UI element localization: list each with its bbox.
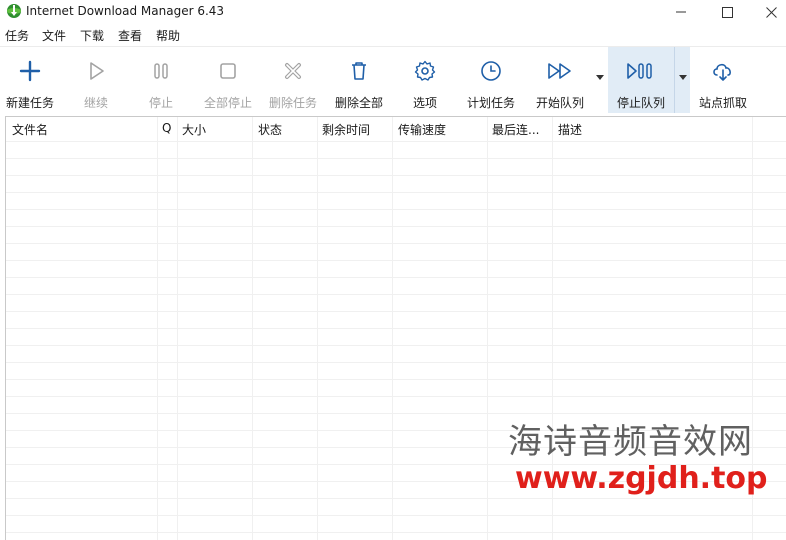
column-queue[interactable]: Q: [162, 121, 171, 135]
delete-task-button[interactable]: 删除任务: [265, 47, 321, 113]
gear-icon: [414, 60, 436, 81]
menu-downloads[interactable]: 下载: [80, 27, 104, 44]
new-task-label: 新建任务: [5, 96, 54, 110]
pause-icon: [154, 63, 168, 79]
chevron-down-icon: [596, 75, 604, 80]
close-button[interactable]: [748, 0, 786, 24]
column-status[interactable]: 状态: [258, 121, 282, 138]
resume-button[interactable]: 继续: [70, 47, 122, 113]
menu-file[interactable]: 文件: [42, 27, 66, 44]
column-filename[interactable]: 文件名: [12, 121, 48, 138]
options-button[interactable]: 选项: [400, 47, 450, 113]
start-queue-button[interactable]: 开始队列: [530, 47, 590, 113]
options-label: 选项: [412, 96, 437, 110]
title-bar: Internet Download Manager 6.43: [0, 0, 786, 24]
start-queue-label: 开始队列: [535, 96, 584, 110]
idm-logo-icon: [6, 3, 22, 19]
start-queue-dropdown[interactable]: [594, 75, 606, 85]
site-grabber-button[interactable]: 站点抓取: [694, 47, 752, 113]
menu-view[interactable]: 查看: [118, 27, 142, 44]
site-grabber-label: 站点抓取: [698, 96, 747, 110]
x-icon: [285, 63, 301, 79]
watermark-url: www.zgjdh.top: [515, 461, 768, 496]
cloud-download-icon: [713, 63, 731, 81]
stop-label: 停止: [148, 96, 173, 110]
stop-queue-button[interactable]: 停止队列: [608, 47, 690, 113]
maximize-button[interactable]: [704, 0, 750, 24]
column-time-left[interactable]: 剩余时间: [322, 121, 370, 138]
stop-all-button[interactable]: 全部停止: [199, 47, 257, 113]
column-last-try[interactable]: 最后连...: [492, 121, 539, 138]
menu-help[interactable]: 帮助: [156, 27, 180, 44]
stop-queue-dropdown[interactable]: [677, 75, 689, 85]
delete-task-label: 删除任务: [268, 96, 317, 110]
column-transfer-rate[interactable]: 传输速度: [398, 121, 446, 138]
stop-all-label: 全部停止: [203, 96, 252, 110]
toolbar: 新建任务 继续 停止 全部停止 删除任务 删除全部 选项 计划任务 开始队列 停…: [0, 46, 786, 115]
minimize-button[interactable]: [658, 0, 704, 24]
watermark-site-name: 海诗音频音效网: [508, 422, 753, 462]
chevron-down-icon: [679, 75, 687, 80]
trash-icon: [352, 62, 366, 80]
play-pause-icon: [627, 63, 652, 79]
clock-icon: [481, 61, 501, 81]
scheduler-label: 计划任务: [466, 96, 515, 110]
play-icon: [90, 62, 104, 80]
menu-tasks[interactable]: 任务: [5, 27, 29, 44]
scheduler-button[interactable]: 计划任务: [462, 47, 520, 113]
delete-all-button[interactable]: 删除全部: [331, 47, 387, 113]
column-description[interactable]: 描述: [558, 121, 582, 138]
fast-forward-icon: [548, 63, 571, 79]
plus-icon: [19, 60, 41, 82]
square-stop-icon: [220, 63, 236, 79]
menu-bar: 任务 文件 下载 查看 帮助: [0, 24, 786, 45]
column-size[interactable]: 大小: [182, 121, 206, 138]
new-task-button[interactable]: 新建任务: [2, 47, 58, 113]
stop-button[interactable]: 停止: [135, 47, 187, 113]
delete-all-label: 删除全部: [334, 96, 383, 110]
resume-label: 继续: [83, 96, 108, 110]
window-title: Internet Download Manager 6.43: [26, 4, 225, 18]
stop-queue-label: 停止队列: [616, 96, 665, 110]
